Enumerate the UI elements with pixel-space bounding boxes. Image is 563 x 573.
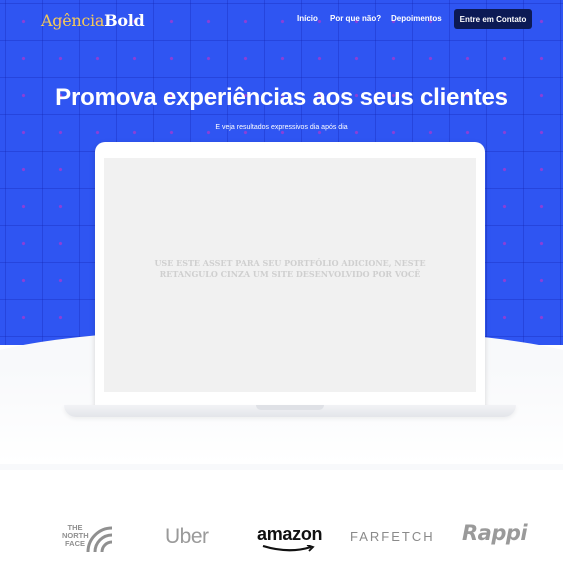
laptop-notch <box>256 405 324 410</box>
screen-placeholder-text: USE ESTE ASSET PARA SEU PORTFÓLIO ADICIO… <box>154 258 426 279</box>
client-logo-uber: Uber <box>165 525 209 548</box>
tnf-half-dome-icon <box>86 526 113 552</box>
logo-part-bold: Bold <box>104 11 145 30</box>
client-logo-the-north-face: THE NORTH FACE <box>62 524 120 552</box>
client-logo-amazon: amazon <box>257 524 323 552</box>
contact-button[interactable]: Entre em Contato <box>454 9 532 29</box>
tnf-wordmark: THE NORTH FACE <box>62 523 89 548</box>
page-subheadline: E veja resultados expressivos dia após d… <box>215 124 348 131</box>
nav-link-inicio[interactable]: Início <box>297 14 318 23</box>
nav-link-depoimentos[interactable]: Depoimentos <box>391 14 442 23</box>
top-navbar: AgênciaBold Início Por que não? Depoimen… <box>0 0 563 40</box>
client-logo-farfetch: FARFETCH <box>350 529 435 544</box>
page-headline: Promova experiências aos seus clientes <box>55 84 508 111</box>
nav-link-por-que-nao[interactable]: Por que não? <box>330 14 381 23</box>
logo-part-agencia: Agência <box>41 11 105 30</box>
amazon-smile-icon <box>262 545 315 552</box>
client-logo-rappi: Rappi <box>462 521 528 545</box>
brand-logo[interactable]: AgênciaBold <box>41 11 145 30</box>
